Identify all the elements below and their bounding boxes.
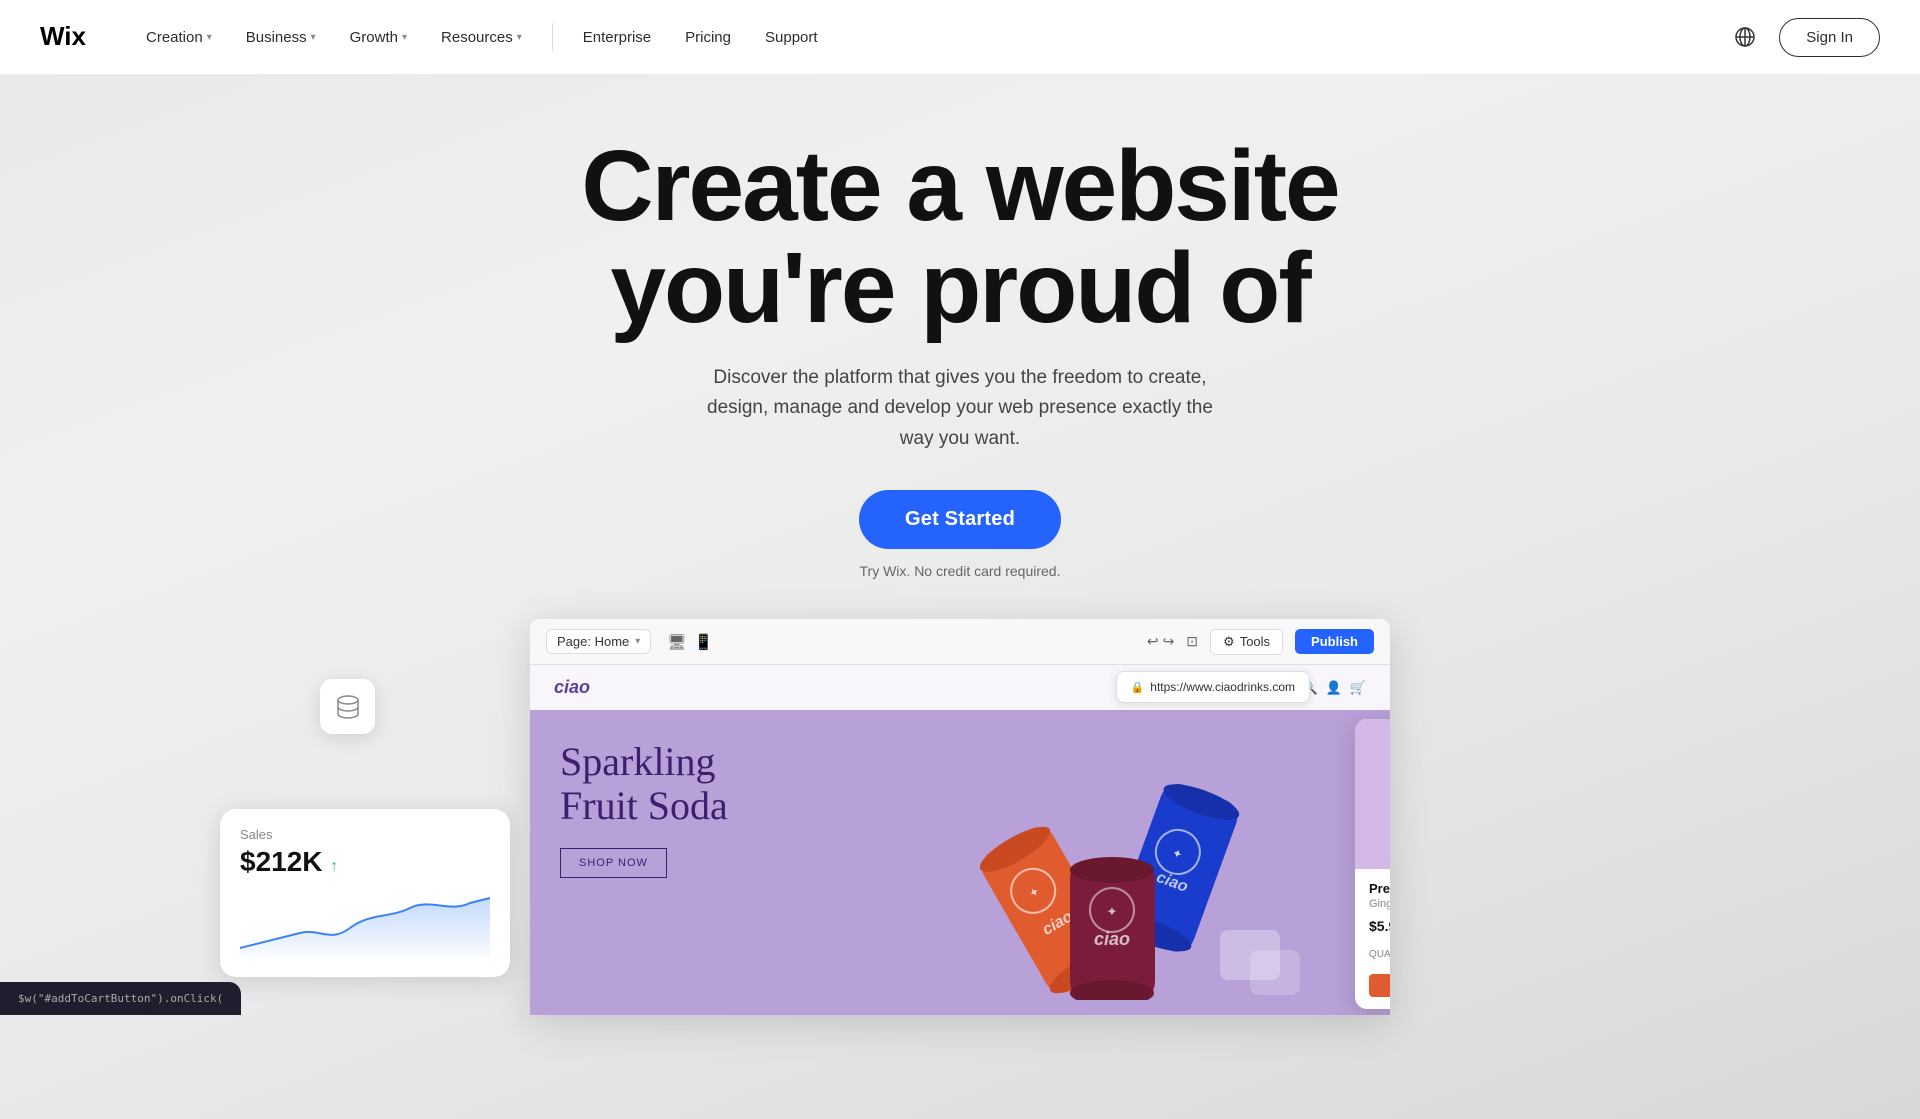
sales-widget: Sales $212K ↑	[220, 809, 510, 977]
product-card-body: Prebiotic Soda Ginger Lemon Fresh Drink …	[1355, 869, 1390, 1009]
nav-right: Sign In	[1727, 18, 1880, 57]
nav-item-resources[interactable]: Resources ▾	[427, 21, 536, 54]
site-account-icon[interactable]: 👤	[1326, 680, 1342, 696]
url-bar: 🔒 https://www.ciaodrinks.com	[1116, 671, 1310, 703]
toolbar-nav: ↩ ↪	[1147, 633, 1174, 650]
add-to-cart-button[interactable]: Add to Cart	[1369, 974, 1390, 997]
sales-chart	[240, 888, 490, 958]
tools-button[interactable]: ⚙ Tools	[1210, 629, 1283, 655]
site-content: ciao ABOUT SHOP BLOG 🔍 👤 🛒	[530, 665, 1390, 1015]
nav-item-support[interactable]: Support	[751, 21, 832, 54]
browser-toolbar: Page: Home ▾ 🖥 📱 ↩ ↪ ⊡ ⚙ Tools Publish	[530, 619, 1390, 665]
site-cans-area: ciao ✦ ciao	[850, 710, 1390, 1000]
chevron-down-icon: ▾	[635, 636, 640, 647]
quantity-label: QUANTITY	[1369, 949, 1390, 960]
hero-title: Create a website you're proud of	[581, 135, 1338, 339]
publish-button[interactable]: Publish	[1295, 629, 1374, 654]
nav-item-enterprise[interactable]: Enterprise	[569, 21, 665, 54]
toolbar-icons: 🖥 📱	[667, 633, 713, 651]
svg-text:Wix: Wix	[40, 23, 87, 51]
hero-note: Try Wix. No credit card required.	[860, 563, 1061, 579]
db-icon-widget	[320, 679, 375, 734]
browser-frame: Page: Home ▾ 🖥 📱 ↩ ↪ ⊡ ⚙ Tools Publish	[530, 619, 1390, 1015]
product-card: ciao ✦ Prebiotic Soda Ginger Lemon Fresh…	[1355, 719, 1390, 1009]
sales-label: Sales	[240, 827, 490, 842]
hero-section: Create a website you're proud of Discove…	[0, 0, 1920, 1119]
navbar: Wix Creation ▾ Business ▾ Growth ▾ Resou…	[0, 0, 1920, 75]
logo[interactable]: Wix	[40, 23, 92, 51]
code-snippet: $w("#addToCartButton").onClick(	[0, 982, 241, 1015]
hero-subtitle: Discover the platform that gives you the…	[700, 363, 1220, 454]
desktop-icon[interactable]: 🖥	[667, 633, 686, 651]
hero-content: Create a website you're proud of Discove…	[581, 75, 1338, 579]
tools-icon: ⚙	[1223, 634, 1235, 650]
nav-item-growth[interactable]: Growth ▾	[336, 21, 421, 54]
site-nav-icons: 🔍 👤 🛒	[1301, 680, 1366, 696]
fullscreen-icon[interactable]: ⊡	[1186, 633, 1198, 650]
undo-icon[interactable]: ↩	[1147, 633, 1159, 650]
sign-in-button[interactable]: Sign In	[1779, 18, 1880, 57]
mockup-area: Sales $212K ↑ $w("#addToCartButton").onC…	[0, 619, 1920, 1015]
site-heading: Sparkling Fruit Soda	[560, 740, 820, 828]
chevron-down-icon: ▾	[517, 32, 522, 43]
get-started-button[interactable]: Get Started	[859, 490, 1061, 549]
chevron-down-icon: ▾	[207, 32, 212, 43]
sales-value: $212K ↑	[240, 846, 490, 878]
page-selector[interactable]: Page: Home ▾	[546, 629, 651, 654]
product-image: ciao ✦	[1355, 719, 1390, 869]
site-brand: ciao	[554, 677, 590, 698]
site-cart-icon[interactable]: 🛒	[1350, 680, 1366, 696]
globe-icon[interactable]	[1727, 19, 1763, 55]
site-hero-layout: Sparkling Fruit Soda SHOP NOW ciao	[530, 710, 1390, 1000]
site-text-col: Sparkling Fruit Soda SHOP NOW	[530, 710, 850, 1000]
nav-divider	[552, 23, 553, 51]
cans-svg: ciao ✦ ciao	[850, 710, 1390, 1000]
site-shop-now-button[interactable]: SHOP NOW	[560, 848, 667, 878]
lock-icon: 🔒	[1131, 681, 1145, 694]
product-price: $5.99	[1369, 918, 1390, 934]
sales-trend: ↑	[330, 858, 338, 875]
nav-item-creation[interactable]: Creation ▾	[132, 21, 226, 54]
product-name: Prebiotic Soda	[1369, 881, 1390, 896]
nav-item-business[interactable]: Business ▾	[232, 21, 330, 54]
quantity-row: QUANTITY − 1 +	[1369, 944, 1390, 964]
svg-text:✦: ✦	[1107, 904, 1118, 919]
nav-item-pricing[interactable]: Pricing	[671, 21, 745, 54]
product-description: Ginger Lemon Fresh Drink	[1369, 898, 1390, 910]
chevron-down-icon: ▾	[402, 32, 407, 43]
redo-icon[interactable]: ↪	[1163, 633, 1175, 650]
nav-items: Creation ▾ Business ▾ Growth ▾ Resources…	[132, 21, 1727, 54]
mobile-icon[interactable]: 📱	[694, 633, 713, 651]
chevron-down-icon: ▾	[311, 32, 316, 43]
